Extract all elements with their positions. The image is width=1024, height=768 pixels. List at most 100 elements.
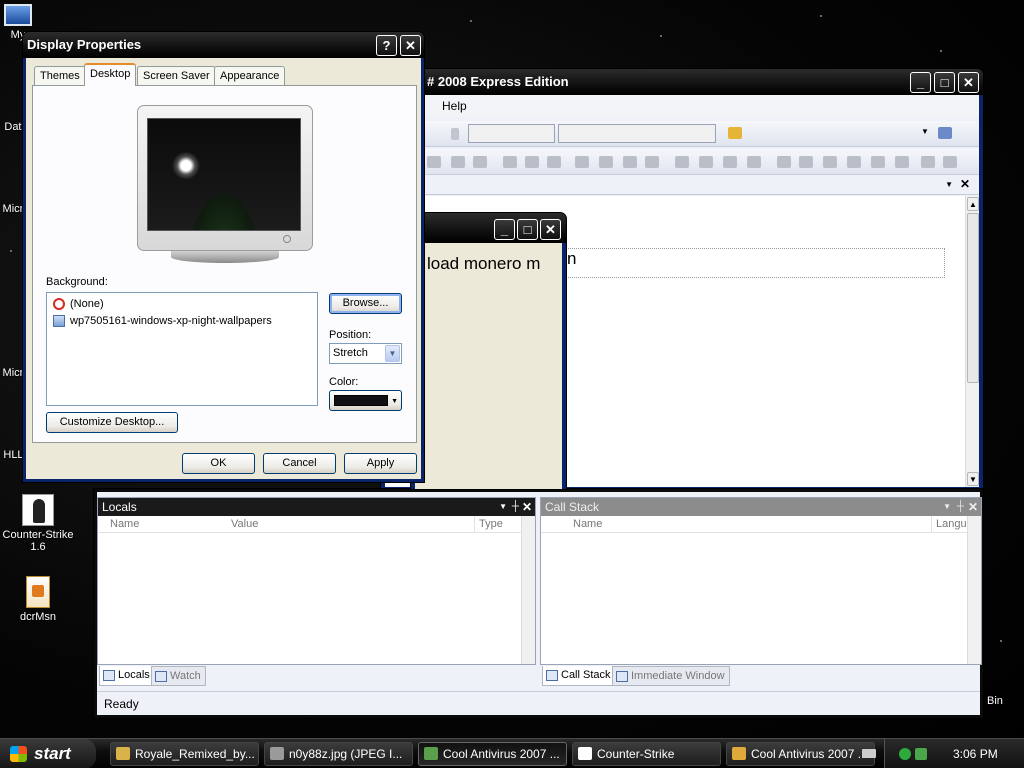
align-center-icon[interactable] — [451, 156, 465, 168]
tab-immediate-window[interactable]: Immediate Window — [612, 666, 730, 686]
same-size-icon[interactable] — [623, 156, 637, 168]
desktop-icon-dcrmsn[interactable]: dcrMsn — [0, 576, 78, 623]
tab-screen-saver[interactable]: Screen Saver — [137, 66, 216, 85]
same-height-icon[interactable] — [599, 156, 613, 168]
column-name[interactable]: Name — [573, 516, 602, 533]
callstack-header[interactable]: Call Stack ▼ ┼ ✕ — [541, 498, 981, 516]
list-item[interactable]: (None) — [53, 296, 104, 312]
scroll-thumb[interactable] — [967, 213, 979, 383]
callstack-scrollbar[interactable] — [967, 516, 981, 664]
snap-grid-icon[interactable] — [645, 156, 659, 168]
locals-header[interactable]: Locals ▼ ┼ ✕ — [98, 498, 535, 516]
vspace-remove-icon[interactable] — [847, 156, 861, 168]
column-language[interactable]: Langu — [931, 516, 967, 533]
column-value[interactable]: Value — [231, 516, 258, 533]
hspace-equal-icon[interactable] — [675, 156, 689, 168]
column-name[interactable]: Name — [110, 516, 139, 533]
hspace-remove-icon[interactable] — [747, 156, 761, 168]
pane-close-icon[interactable]: ✕ — [522, 498, 532, 516]
help-button[interactable]: ? — [376, 35, 397, 56]
vspace-dec-icon[interactable] — [823, 156, 837, 168]
vs-title-bar[interactable]: # 2008 Express Edition — [381, 69, 983, 95]
customize-desktop-button[interactable]: Customize Desktop... — [46, 412, 178, 433]
taskbar-item-vs[interactable]: Cool Antivirus 2007 ... — [418, 742, 567, 766]
form-minimize-button[interactable]: _ — [494, 219, 515, 240]
solution-config-combo[interactable] — [468, 124, 555, 143]
windows-logo-icon — [10, 746, 27, 762]
network-icon[interactable] — [915, 748, 927, 760]
align-right-icon[interactable] — [473, 156, 487, 168]
background-listbox[interactable]: (None) wp7505161-windows-xp-night-wallpa… — [46, 292, 318, 406]
dialog-title-bar[interactable]: Display Properties — [23, 32, 424, 58]
tab-close-icon[interactable]: ✕ — [960, 177, 970, 191]
ok-button[interactable]: OK — [182, 453, 255, 474]
window-icon[interactable] — [938, 127, 952, 139]
tab-appearance[interactable]: Appearance — [214, 66, 286, 85]
apply-button[interactable]: Apply — [344, 453, 417, 474]
tab-desktop[interactable]: Desktop — [84, 63, 137, 86]
tab-themes[interactable]: Themes — [34, 66, 86, 85]
tab-dropdown-icon[interactable]: ▼ — [945, 180, 953, 189]
position-dropdown[interactable]: Stretch ▼ — [329, 343, 402, 364]
scroll-up-icon[interactable]: ▲ — [967, 197, 979, 211]
pin-icon[interactable]: ┼ — [512, 498, 519, 516]
watch-icon — [155, 671, 167, 682]
recycle-bin-label[interactable]: Bin — [987, 695, 1003, 707]
dialog-body: Themes Desktop Screen Saver Appearance B… — [26, 58, 421, 479]
pane-close-icon[interactable]: ✕ — [968, 498, 978, 516]
vs-lower-frame: Locals ▼ ┼ ✕ Name Value Type Call Stack … — [93, 488, 984, 719]
chevron-down-icon[interactable]: ▼ — [385, 345, 400, 362]
taskbar-item-folder[interactable]: Royale_Remixed_by... — [110, 742, 259, 766]
scroll-down-icon[interactable]: ▼ — [967, 472, 979, 486]
visual-csharp-icon — [424, 747, 438, 760]
clock[interactable]: 3:06 PM — [953, 739, 998, 768]
form-maximize-button[interactable]: □ — [517, 219, 538, 240]
color-picker-button[interactable]: ▼ — [329, 390, 402, 411]
play-icon[interactable] — [451, 128, 459, 140]
dropdown-arrow-icon[interactable]: ▼ — [921, 127, 929, 136]
align-middle-icon[interactable] — [525, 156, 539, 168]
taskbar-item-counter-strike[interactable]: Counter-Strike — [572, 742, 721, 766]
center-horizontal-icon[interactable] — [871, 156, 885, 168]
center-vertical-icon[interactable] — [895, 156, 909, 168]
same-width-icon[interactable] — [575, 156, 589, 168]
maximize-button[interactable]: □ — [934, 72, 955, 93]
start-button[interactable]: start — [0, 739, 96, 768]
tab-call-stack[interactable]: Call Stack — [542, 666, 616, 686]
hspace-dec-icon[interactable] — [723, 156, 737, 168]
pin-icon[interactable]: ┼ — [957, 498, 964, 516]
align-bottom-icon[interactable] — [547, 156, 561, 168]
desktop-icon-counter-strike[interactable]: Counter-Strike 1.6 — [0, 494, 78, 553]
browse-button[interactable]: Browse... — [329, 293, 402, 314]
messenger-icon[interactable] — [899, 748, 911, 760]
form-close-button[interactable]: ✕ — [540, 219, 561, 240]
vspace-inc-icon[interactable] — [799, 156, 813, 168]
pane-dropdown-icon[interactable]: ▼ — [943, 498, 951, 516]
designer-vertical-scrollbar[interactable]: ▲ ▼ — [965, 196, 979, 487]
callstack-pane: Call Stack ▼ ┼ ✕ Name Langu — [540, 497, 982, 665]
platform-combo[interactable] — [558, 124, 716, 143]
close-button[interactable]: ✕ — [958, 72, 979, 93]
align-top-icon[interactable] — [503, 156, 517, 168]
taskbar-item-image[interactable]: n0y88z.jpg (JPEG I... — [264, 742, 413, 766]
tab-watch[interactable]: Watch — [151, 666, 206, 686]
column-type[interactable]: Type — [474, 516, 503, 533]
find-in-files-icon[interactable] — [728, 127, 742, 139]
bring-front-icon[interactable] — [921, 156, 935, 168]
menu-help[interactable]: Help — [442, 99, 467, 113]
minimize-button[interactable]: _ — [910, 72, 931, 93]
cancel-button[interactable]: Cancel — [263, 453, 336, 474]
pane-dropdown-icon[interactable]: ▼ — [499, 498, 507, 516]
hspace-inc-icon[interactable] — [699, 156, 713, 168]
align-left-icon[interactable] — [427, 156, 441, 168]
vspace-equal-icon[interactable] — [777, 156, 791, 168]
list-item-label: wp7505161-windows-xp-night-wallpapers — [70, 315, 272, 327]
callstack-column-header: Name Langu — [541, 516, 967, 533]
taskbar-item-display-properties[interactable]: Cool Antivirus 2007 ... — [726, 742, 875, 766]
locals-scrollbar[interactable] — [521, 516, 535, 664]
keyboard-icon[interactable] — [862, 749, 876, 758]
tab-locals[interactable]: Locals — [99, 666, 155, 686]
list-item[interactable]: wp7505161-windows-xp-night-wallpapers — [53, 313, 272, 329]
dialog-close-button[interactable]: ✕ — [400, 35, 421, 56]
send-back-icon[interactable] — [943, 156, 957, 168]
